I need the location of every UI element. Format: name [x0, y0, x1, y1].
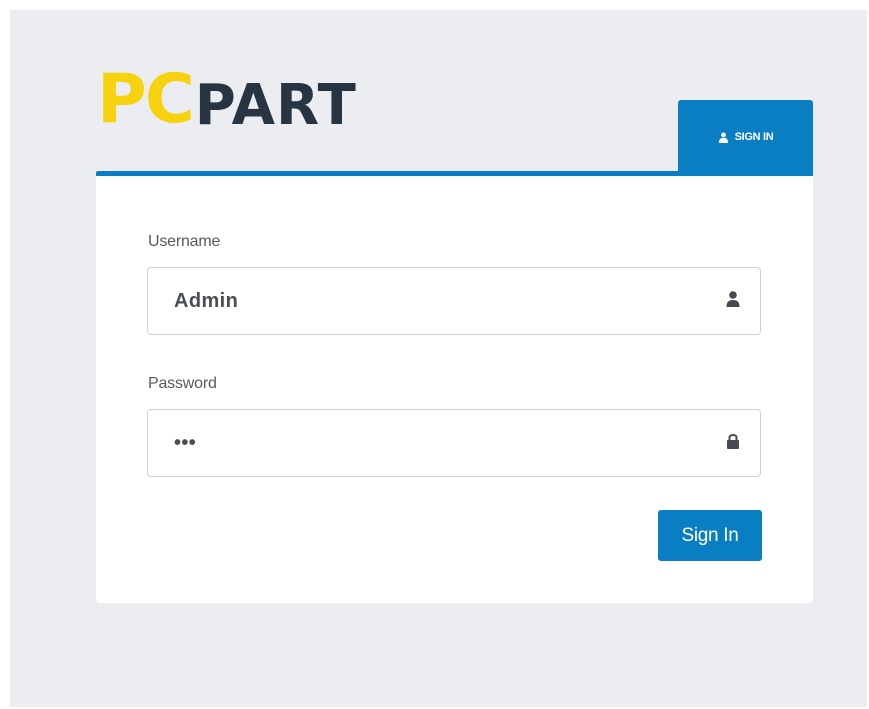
card-accent-line	[96, 171, 813, 176]
tab-sign-in-label: SIGN IN	[734, 131, 774, 143]
sign-in-button[interactable]: Sign In	[658, 510, 762, 561]
logo-part-text: PART	[194, 73, 357, 138]
user-icon	[718, 132, 728, 143]
lock-icon	[727, 434, 739, 449]
pcpart-logo: PC PART	[97, 64, 357, 136]
user-icon	[726, 291, 740, 307]
login-card: Username Admin Password ••• Sign In	[96, 171, 813, 603]
logo-pc-text: PC	[97, 60, 195, 139]
password-label: Password	[148, 375, 217, 392]
password-value: •••	[174, 432, 197, 454]
username-label: Username	[148, 233, 221, 250]
username-field[interactable]: Admin	[147, 267, 761, 335]
username-value: Admin	[174, 290, 239, 312]
password-field[interactable]: •••	[147, 409, 761, 477]
tab-sign-in[interactable]: SIGN IN	[678, 100, 813, 174]
